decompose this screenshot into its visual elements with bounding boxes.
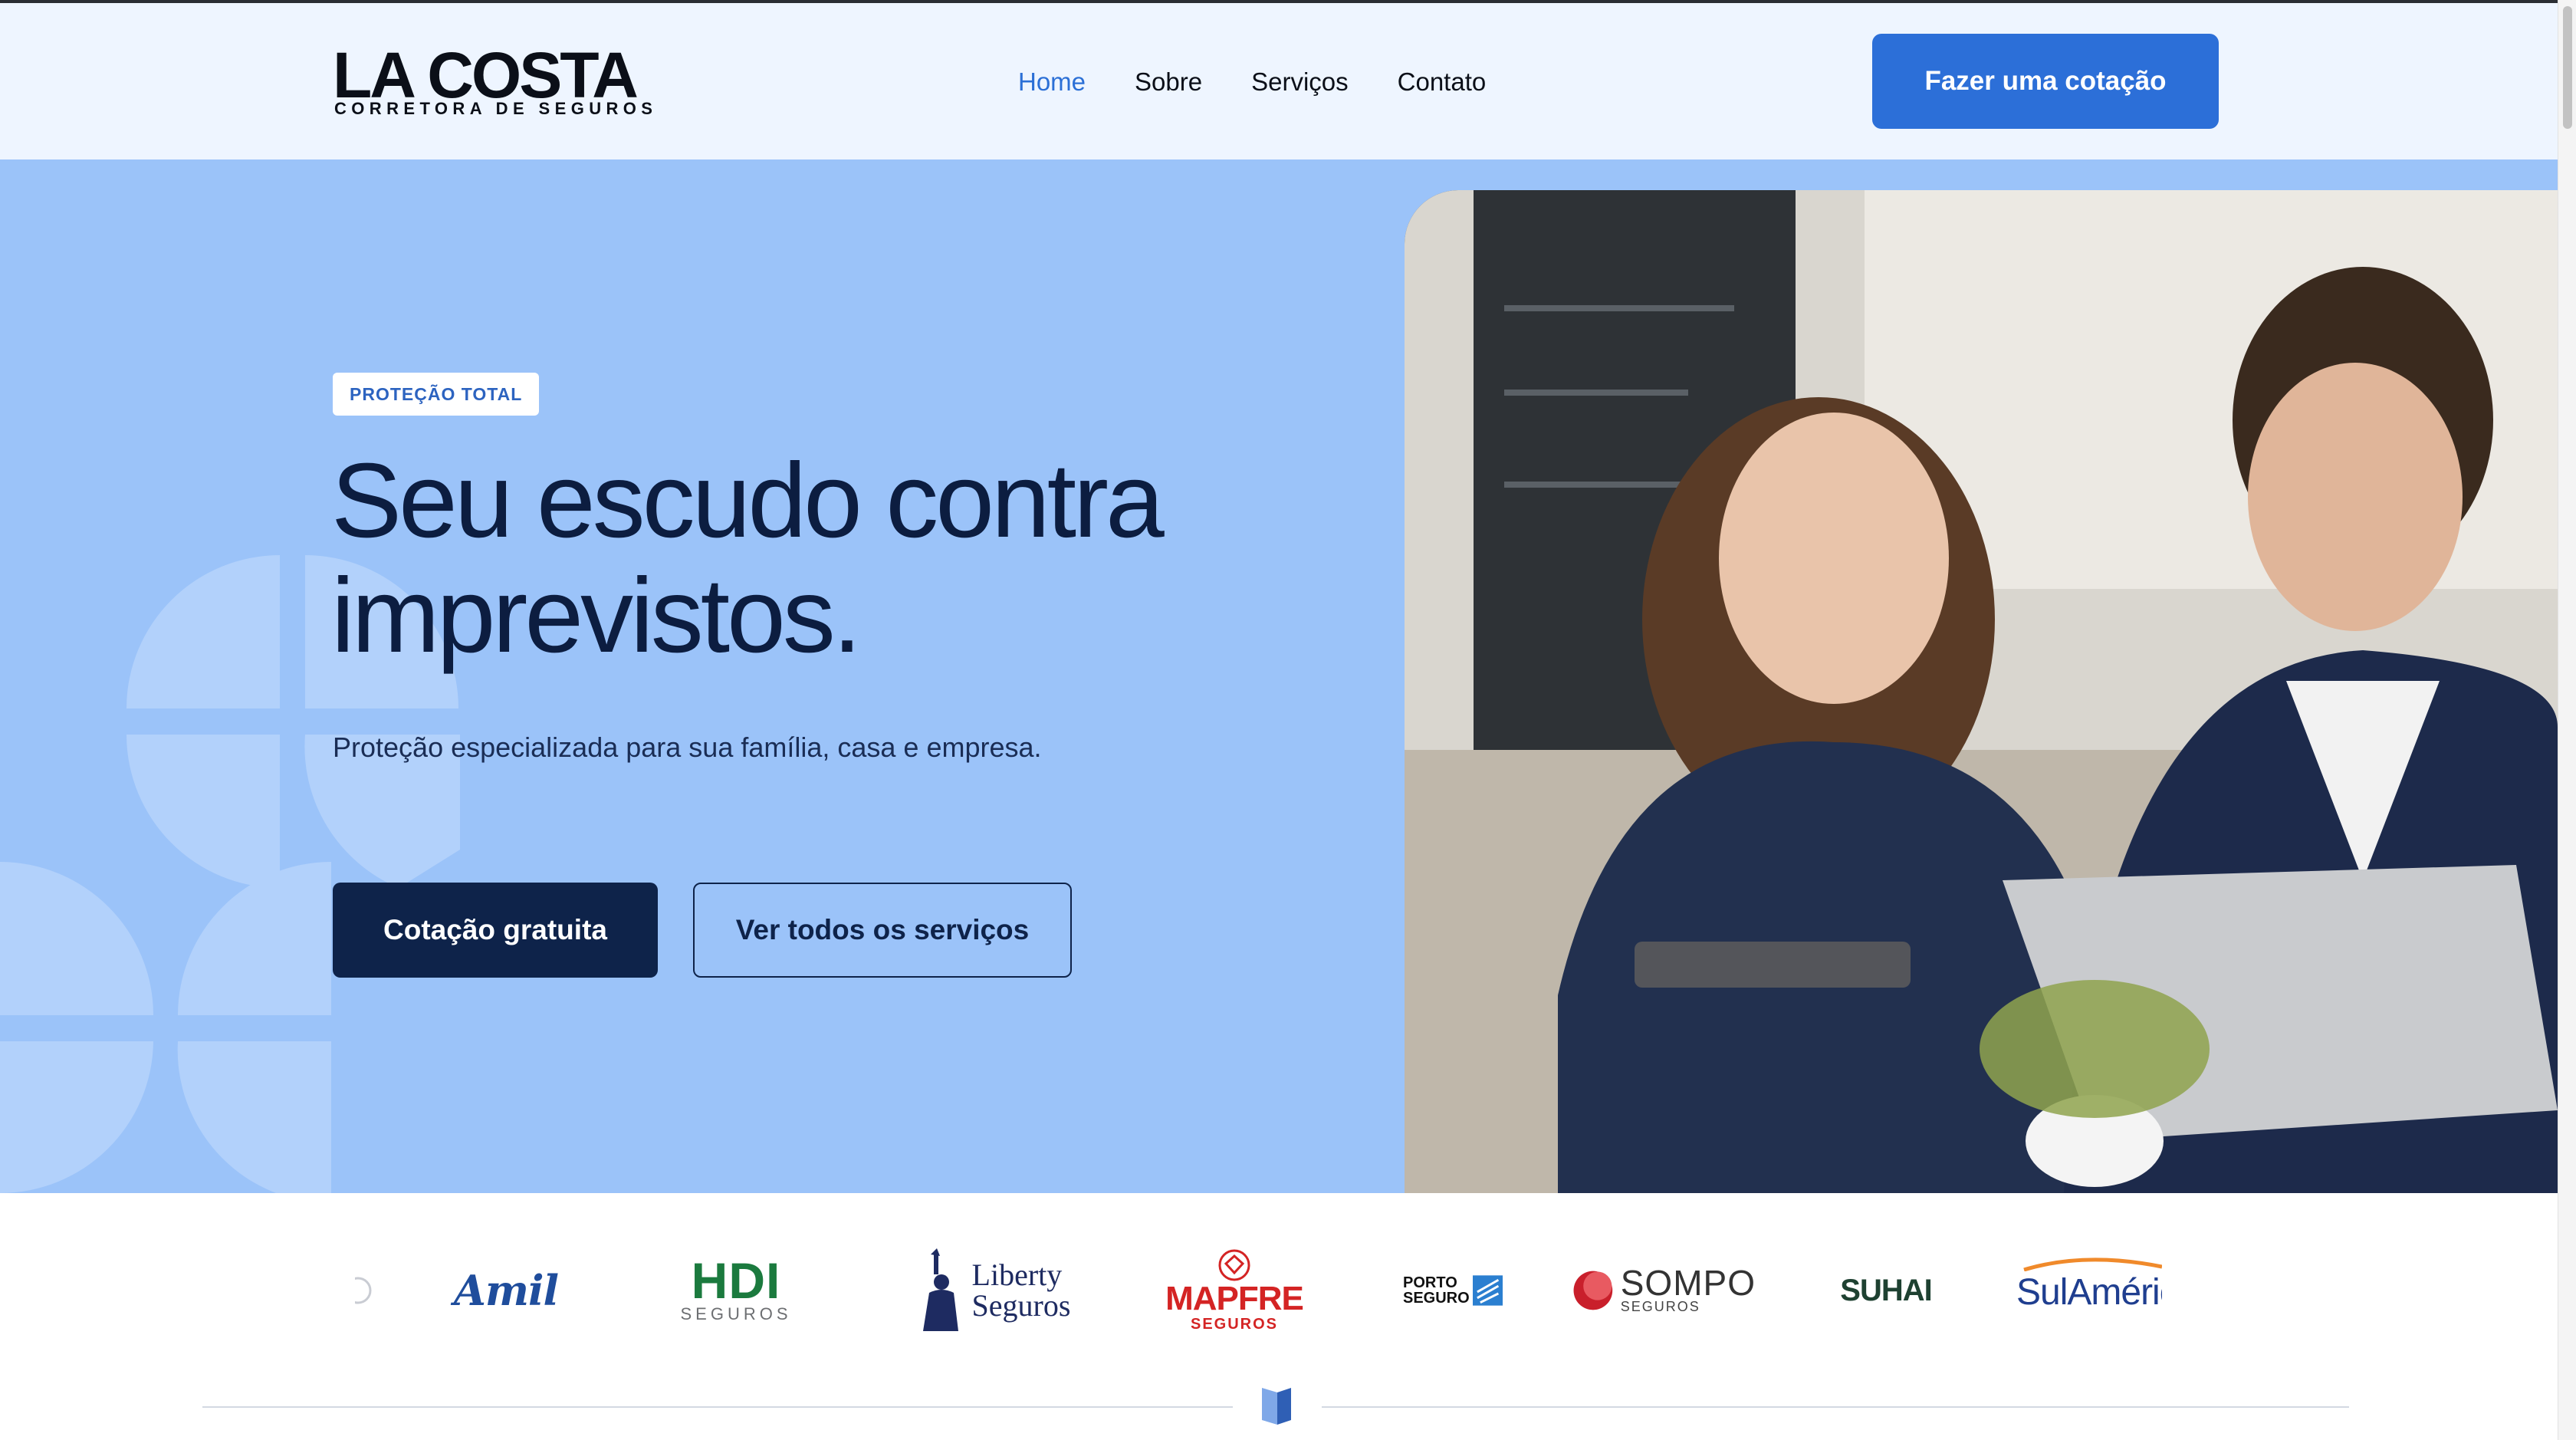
- liberty-logo-line-1: Liberty: [971, 1258, 1063, 1292]
- main-nav: Home Sobre Serviços Contato: [1018, 61, 1486, 103]
- page-scrollbar[interactable]: [2558, 0, 2576, 1440]
- porto-logo-line-2: SEGURO: [1403, 1290, 1470, 1307]
- site-header: LA COSTA CORRETORA DE SEGUROS Home Sobre…: [0, 3, 2558, 159]
- liberty-logo-line-2: Seguros: [971, 1288, 1071, 1323]
- hero-title: Seu escudo contra imprevistos.: [331, 443, 1328, 673]
- partner-logo-hdi: HDI SEGUROS: [667, 1233, 805, 1348]
- all-services-button[interactable]: Ver todos os serviços: [693, 883, 1072, 978]
- nav-item-contato[interactable]: Contato: [1398, 61, 1487, 103]
- photo-people-at-laptop-icon: [1405, 190, 2558, 1193]
- mapfre-logo-subtext: SEGUROS: [1190, 1315, 1279, 1333]
- porto-logo-line-1: PORTO: [1403, 1274, 1457, 1291]
- hero-title-line-1: Seu escudo contra: [331, 442, 1165, 560]
- brand-logo[interactable]: LA COSTA CORRETORA DE SEGUROS: [333, 43, 652, 120]
- shield-icon: [1262, 1388, 1291, 1425]
- nav-item-home[interactable]: Home: [1018, 61, 1086, 103]
- partner-logo-sompo: SOMPO SEGUROS: [1572, 1233, 1756, 1348]
- statue-of-liberty-icon: [922, 1248, 958, 1331]
- hero-badge: PROTEÇÃO TOTAL: [333, 373, 540, 416]
- partner-logo-carousel: Amil HDI SEGUROS Liberty Seguros MAPFRE: [353, 1233, 2162, 1348]
- amil-logo-text: Amil: [453, 1266, 559, 1315]
- nav-item-servicos[interactable]: Serviços: [1251, 61, 1349, 103]
- brand-tagline: CORRETORA DE SEGUROS: [334, 99, 658, 118]
- mapfre-emblem-icon: [1218, 1249, 1250, 1281]
- section-divider-left: [202, 1406, 1233, 1408]
- sompo-emblem-icon: [1573, 1271, 1613, 1310]
- section-divider-right: [1322, 1406, 2349, 1408]
- decorative-shapes: [0, 555, 460, 1193]
- sompo-logo-subtext: SEGUROS: [1620, 1298, 1700, 1314]
- suhai-logo-text: SUHAI: [1840, 1273, 1932, 1307]
- partner-logo-porto: PORTO SEGURO: [1403, 1233, 1503, 1348]
- hdi-logo-text: HDI: [691, 1252, 781, 1309]
- partner-logo-mapfre: MAPFRE SEGUROS: [1165, 1233, 1304, 1348]
- partner-logo-sulamerica: SulAméric: [2016, 1233, 2162, 1348]
- sulamerica-swoosh-icon: [2023, 1258, 2162, 1271]
- hero-subtitle: Proteção especializada para sua família,…: [333, 732, 1042, 763]
- hero-title-line-2: imprevistos.: [331, 557, 862, 675]
- partner-logo-liberty: Liberty Seguros: [897, 1233, 1081, 1348]
- sompo-logo-text: SOMPO: [1620, 1262, 1756, 1303]
- hero-photo: [1405, 190, 2558, 1193]
- hdi-logo-subtext: SEGUROS: [680, 1304, 792, 1323]
- free-quote-button[interactable]: Cotação gratuita: [333, 883, 658, 978]
- hero-section: PROTEÇÃO TOTAL Seu escudo contra imprevi…: [0, 159, 2558, 1193]
- mapfre-logo-text: MAPFRE: [1165, 1279, 1304, 1317]
- partners-section: Amil HDI SEGUROS Liberty Seguros MAPFRE: [0, 1193, 2558, 1440]
- partner-logo-amil: Amil: [452, 1233, 560, 1348]
- porto-emblem-icon: [1472, 1275, 1503, 1306]
- partner-logo-suhai: SUHAI: [1832, 1233, 1940, 1348]
- get-quote-button[interactable]: Fazer uma cotação: [1872, 34, 2219, 129]
- nav-item-sobre[interactable]: Sobre: [1135, 61, 1202, 103]
- partner-logo-partial: [353, 1233, 376, 1348]
- sulamerica-logo-text: SulAméric: [2016, 1272, 2162, 1313]
- scrollbar-thumb[interactable]: [2563, 6, 2572, 129]
